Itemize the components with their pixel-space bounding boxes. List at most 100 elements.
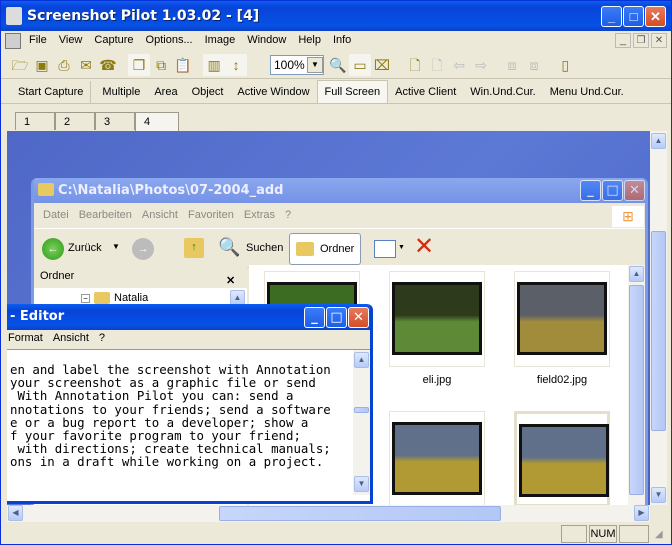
file-view-scrollbar[interactable]: ▲ <box>628 265 645 505</box>
back-button[interactable]: Zurück <box>68 242 102 254</box>
forward-arrow-icon[interactable]: → <box>132 238 154 260</box>
scroll-right-icon[interactable]: ▶ <box>634 505 649 521</box>
explorer-menu-help[interactable]: ? <box>280 205 296 226</box>
email-icon[interactable]: ✉ <box>75 54 97 76</box>
redo-icon: ⇨ <box>475 57 487 73</box>
mode-win-und-cur[interactable]: Win.Und.Cur. <box>463 81 542 103</box>
mdi-restore-button[interactable]: ❐ <box>633 33 649 48</box>
thumbnail-4[interactable] <box>514 411 610 505</box>
thumbnail-eli[interactable] <box>389 271 485 367</box>
mode-active-window[interactable]: Active Window <box>230 81 316 103</box>
back-dropdown-icon[interactable]: ▼ <box>112 242 120 251</box>
mdi-minimize-button[interactable]: _ <box>615 33 631 48</box>
thumb-label-field02[interactable]: field02.jpg <box>514 374 610 386</box>
editor-text-area[interactable]: en and label the screenshot with Annotat… <box>7 349 370 501</box>
editor-minimize-button[interactable]: _ <box>304 307 325 328</box>
explorer-maximize-button[interactable]: □ <box>602 180 623 201</box>
main-scroll-thumb[interactable] <box>651 231 666 431</box>
tab-2[interactable]: 2 <box>55 112 95 130</box>
horizontal-scroll-thumb[interactable] <box>219 506 501 521</box>
print-icon[interactable]: ⎙ <box>53 54 75 76</box>
editor-menu-help[interactable]: ? <box>99 332 105 344</box>
save-icon[interactable]: ▣ <box>31 54 53 76</box>
editor-maximize-button[interactable]: □ <box>326 307 347 328</box>
main-vertical-scrollbar[interactable]: ▲ ▼ <box>650 131 667 505</box>
mode-object[interactable]: Object <box>185 81 231 103</box>
thumbnail-3[interactable] <box>389 411 485 505</box>
crop-icon[interactable]: ⌧ <box>371 54 393 76</box>
main-scroll-up-icon[interactable]: ▲ <box>651 133 666 149</box>
explorer-minimize-button[interactable]: _ <box>580 180 601 201</box>
scroll-left-icon[interactable]: ◀ <box>8 505 23 521</box>
menu-image[interactable]: Image <box>199 31 242 49</box>
views-icon[interactable] <box>374 240 396 258</box>
editor-menu-ansicht[interactable]: Ansicht <box>53 332 99 344</box>
menu-view[interactable]: View <box>53 31 89 49</box>
editor-close-button[interactable]: ✕ <box>348 307 369 328</box>
menu-help[interactable]: Help <box>292 31 327 49</box>
thumbnail-field02[interactable] <box>514 271 610 367</box>
paste-icon[interactable]: 📋 <box>172 54 194 76</box>
mode-area[interactable]: Area <box>147 81 184 103</box>
menu-options[interactable]: Options... <box>140 31 199 49</box>
explorer-menu-bearbeiten[interactable]: Bearbeiten <box>74 205 137 226</box>
mdi-close-button[interactable]: ✕ <box>651 33 667 48</box>
editor-scrollbar[interactable]: ▲ ▼ <box>353 350 370 495</box>
fax-icon[interactable]: ☎ <box>97 54 119 76</box>
main-scroll-down-icon[interactable]: ▼ <box>651 487 666 503</box>
search-icon[interactable]: 🔍 <box>218 237 240 258</box>
menu-info[interactable]: Info <box>327 31 357 49</box>
page-icon[interactable]: ▯ <box>554 54 576 76</box>
menu-window[interactable]: Window <box>241 31 292 49</box>
fit-window-icon[interactable]: ▭ <box>349 54 371 76</box>
explorer-menu-ansicht[interactable]: Ansicht <box>137 205 183 226</box>
minimize-button[interactable]: _ <box>601 6 622 27</box>
chevron-down-icon[interactable]: ▼ <box>307 57 323 73</box>
mode-menu-und-cur[interactable]: Menu Und.Cur. <box>543 81 631 103</box>
tree-item-natalia[interactable]: Natalia <box>114 292 148 304</box>
folder-up-icon[interactable]: ↑ <box>184 238 204 258</box>
main-horizontal-scrollbar[interactable]: ◀ ▶ <box>7 505 650 522</box>
zoom-icon[interactable]: 🔍 <box>327 54 349 76</box>
menu-file[interactable]: File <box>23 31 53 49</box>
back-arrow-icon[interactable]: ← <box>42 238 64 260</box>
explorer-close-button[interactable]: ✕ <box>624 180 645 201</box>
editor-scroll-up-icon[interactable]: ▲ <box>354 352 369 368</box>
mode-multiple[interactable]: Multiple <box>95 81 147 103</box>
new-annotation-icon[interactable]: 🗋 <box>404 54 426 76</box>
editor-menu-format[interactable]: Format <box>8 332 53 344</box>
tab-1[interactable]: 1 <box>15 112 55 130</box>
scroll-thumb[interactable] <box>629 285 644 495</box>
close-button[interactable]: ✕ <box>645 6 666 27</box>
collapse-icon[interactable]: − <box>81 294 90 303</box>
thumb-label-eli[interactable]: eli.jpg <box>389 374 485 386</box>
editor-scroll-thumb[interactable] <box>354 407 369 413</box>
start-capture-button[interactable]: Start Capture <box>11 81 92 103</box>
grid-icon[interactable]: ▥ <box>203 54 226 76</box>
folders-button[interactable]: Ordner <box>289 233 361 265</box>
search-button[interactable]: Suchen <box>246 242 283 254</box>
explorer-title: C:\Natalia\Photos\07-2004_add <box>58 183 284 198</box>
delete-icon[interactable]: ✕ <box>414 233 434 261</box>
editor-scroll-down-icon[interactable]: ▼ <box>354 476 369 492</box>
maximize-button[interactable]: □ <box>623 6 644 27</box>
tab-4[interactable]: 4 <box>135 112 179 132</box>
scroll-up-icon[interactable]: ▲ <box>629 266 644 282</box>
send-back-icon: ⧈ <box>507 57 517 73</box>
mode-full-screen[interactable]: Full Screen <box>316 80 389 103</box>
screenshot-canvas[interactable]: C:\Natalia\Photos\07-2004_add _ □ ✕ Date… <box>7 131 650 505</box>
open-icon[interactable]: 🗁 <box>9 54 31 76</box>
zoom-select[interactable]: 100% ▼ <box>270 55 324 75</box>
views-dropdown-icon[interactable]: ▼ <box>398 244 405 251</box>
copy-page-icon[interactable]: ❐ <box>128 54 151 76</box>
resize-grip-icon[interactable]: ◢ <box>655 529 663 540</box>
explorer-menu-favoriten[interactable]: Favoriten <box>183 205 239 226</box>
tab-3[interactable]: 3 <box>95 112 135 130</box>
mode-active-client[interactable]: Active Client <box>388 81 463 103</box>
copy-region-icon[interactable]: ⧉ <box>150 54 172 76</box>
explorer-menu-extras[interactable]: Extras <box>239 205 280 226</box>
title-bar[interactable]: Screenshot Pilot 1.03.02 - [4] _ □ ✕ <box>1 1 671 31</box>
menu-capture[interactable]: Capture <box>88 31 139 49</box>
explorer-menu-datei[interactable]: Datei <box>38 205 74 226</box>
resize-icon[interactable]: ↕ <box>225 54 248 76</box>
